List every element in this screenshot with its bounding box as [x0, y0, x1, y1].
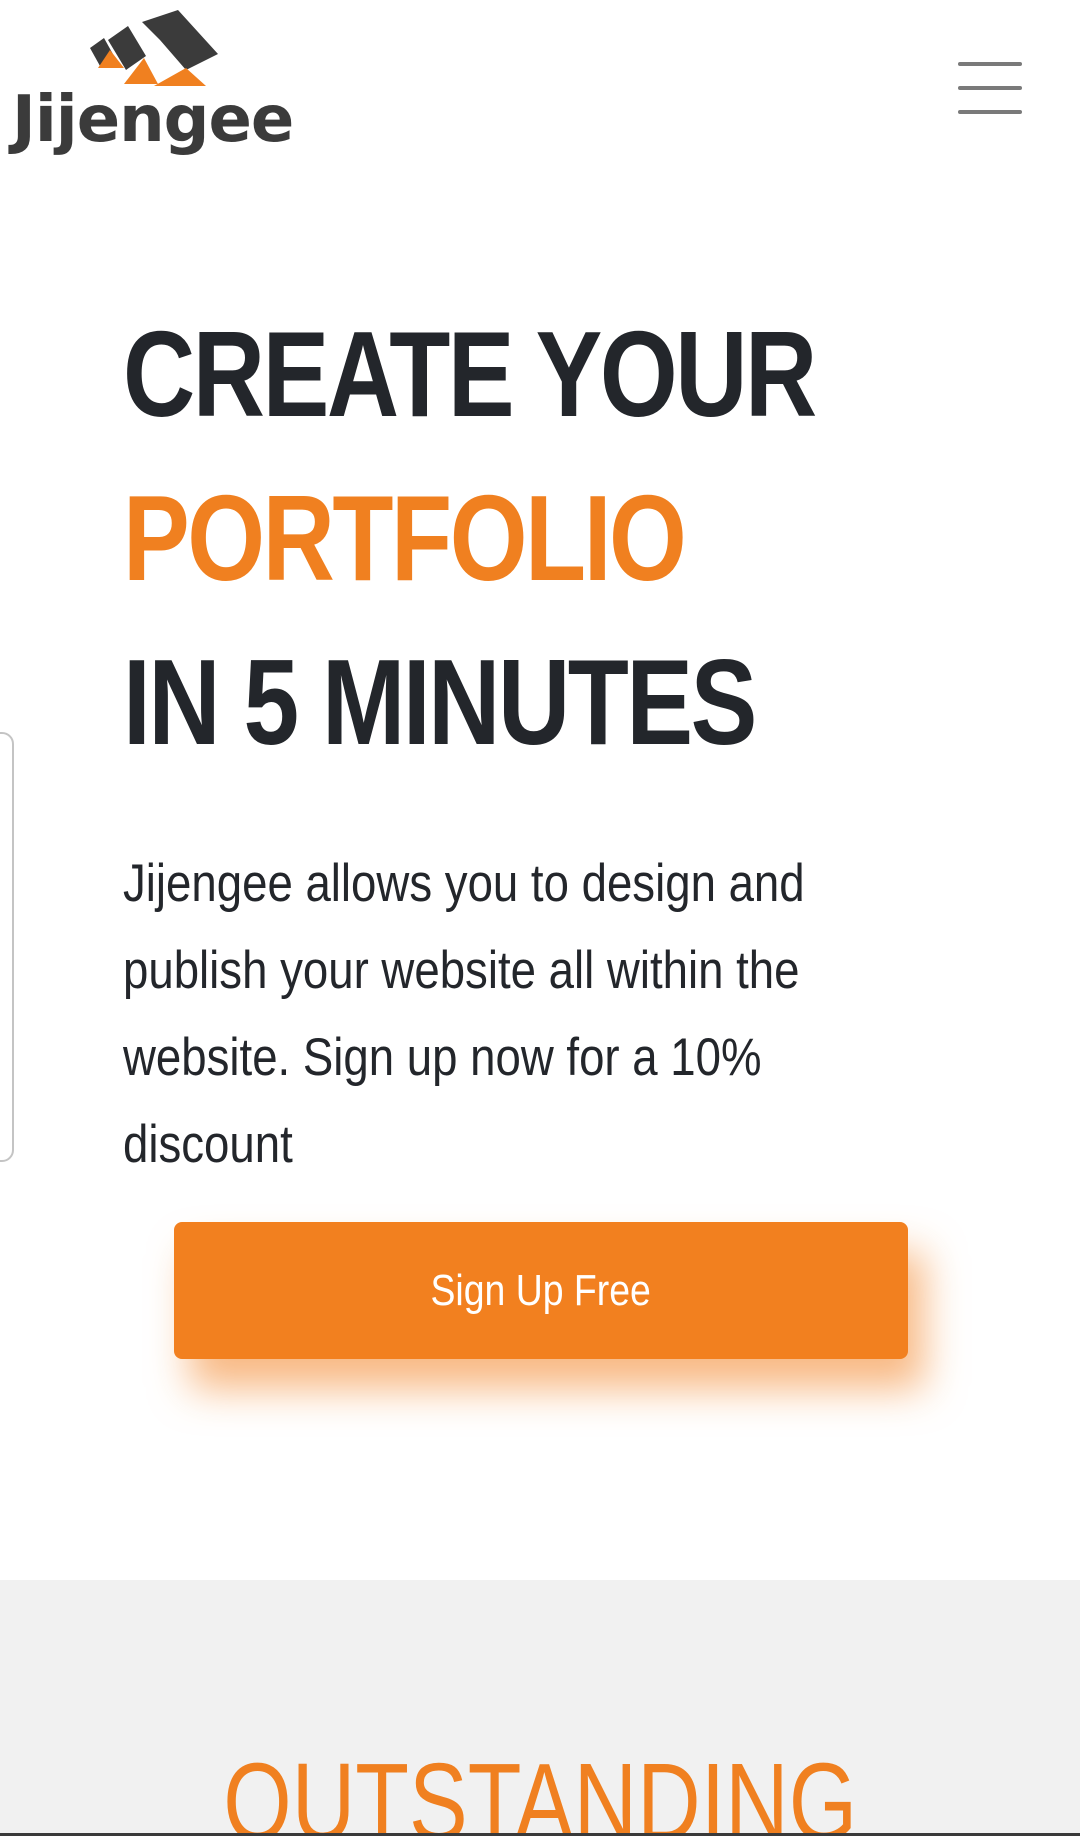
site-header: Jijengee	[0, 0, 1080, 170]
hero-title-line-3: IN 5 MINUTES	[123, 634, 757, 770]
hero-title-highlight: PORTFOLIO	[123, 470, 687, 606]
features-section: OUTSTANDING	[0, 1580, 1080, 1836]
brand-logo[interactable]: Jijengee	[12, 10, 312, 160]
hero-title-line-1: CREATE YOUR	[123, 306, 817, 442]
menu-bar-bottom	[958, 110, 1022, 114]
hero-title: CREATE YOUR PORTFOLIO IN 5 MINUTES	[123, 292, 861, 784]
menu-bar-top	[958, 62, 1022, 66]
hamburger-menu-icon[interactable]	[958, 62, 1022, 114]
brand-name: Jijengee	[12, 83, 294, 157]
sign-up-free-button[interactable]: Sign Up Free	[174, 1222, 908, 1359]
logo-chevrons-icon	[90, 10, 218, 86]
menu-bar-middle	[958, 86, 1022, 90]
features-heading-text: OUTSTANDING	[223, 1741, 857, 1836]
hero-description: Jijengee allows you to design and publis…	[123, 854, 805, 1174]
features-heading: OUTSTANDING	[0, 1748, 1080, 1836]
page: Jijengee CREATE YOUR PORTFOLIO IN 5 MINU…	[0, 0, 1080, 1836]
side-feedback-tab[interactable]	[0, 732, 14, 1162]
sign-up-free-label: Sign Up Free	[430, 1265, 652, 1315]
